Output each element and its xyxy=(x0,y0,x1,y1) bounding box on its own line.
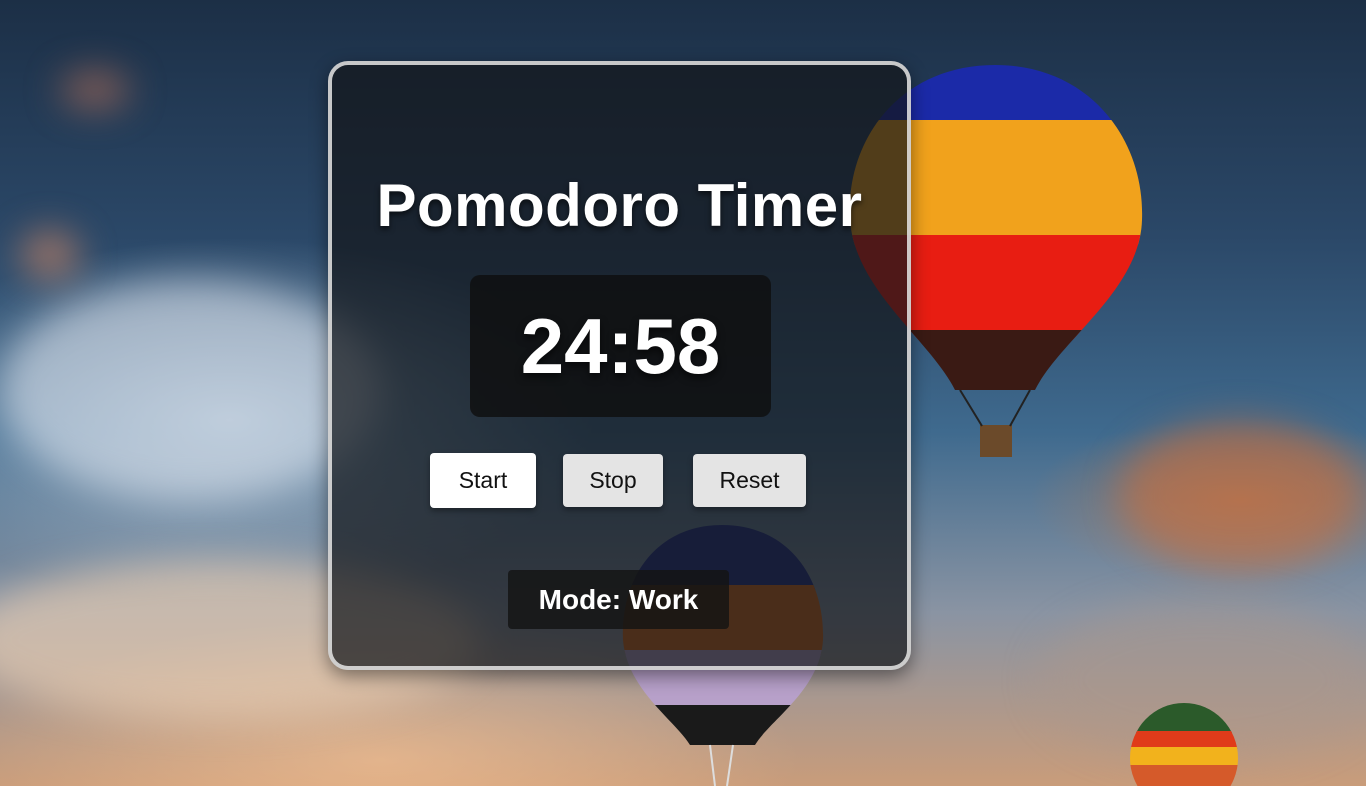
timer-display: 24:58 xyxy=(470,275,771,417)
stop-button[interactable]: Stop xyxy=(563,454,663,507)
reset-button[interactable]: Reset xyxy=(693,454,806,507)
pomodoro-card: Pomodoro Timer 24:58 Start Stop Reset Mo… xyxy=(328,61,911,670)
cloud-decoration xyxy=(60,70,130,110)
cloud-decoration xyxy=(0,280,380,500)
hot-air-balloon-image xyxy=(1130,703,1238,786)
cloud-decoration xyxy=(1120,420,1360,570)
page-title: Pomodoro Timer xyxy=(376,172,863,239)
start-button[interactable]: Start xyxy=(430,453,536,508)
mode-label: Mode: Work xyxy=(538,583,699,615)
mode-indicator: Mode: Work xyxy=(508,570,729,629)
timer-value: 24:58 xyxy=(520,301,721,390)
cloud-decoration xyxy=(20,230,80,280)
